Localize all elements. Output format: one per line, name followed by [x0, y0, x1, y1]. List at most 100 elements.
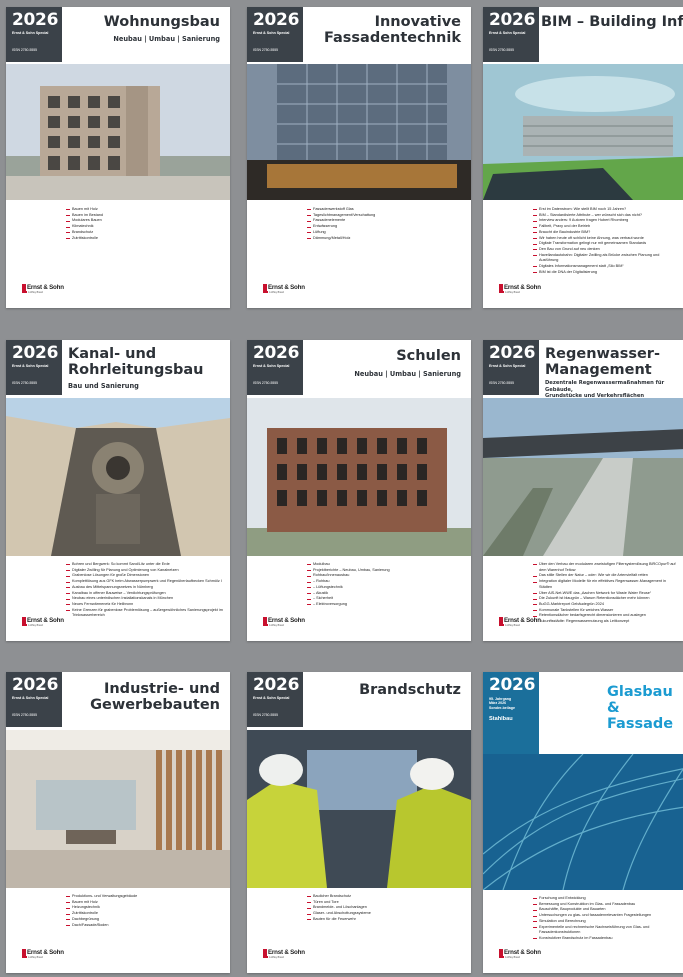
cover-year: 2026	[253, 10, 300, 30]
cover-kanalbau[interactable]: 2026 Ernst & Sohn Special ISSN 2750-5555…	[6, 340, 230, 641]
cover-subtitle: Neubau | Umbau | Sanierung	[354, 370, 461, 378]
cover-glasbau[interactable]: 2026 95. Jahrgang März 2026 Sonder-beila…	[483, 672, 683, 973]
cover-topics: Modulbau Projektberichte – Neubau, Umbau…	[307, 562, 465, 608]
publisher-name: Ernst & Sohn	[26, 284, 64, 291]
publisher-tagline: A Wiley Brand	[28, 291, 44, 294]
cover-photo	[483, 64, 683, 200]
year-box: 2026 Ernst & Sohn Special ISSN 2750-5555	[483, 7, 539, 62]
cover-photo	[6, 64, 230, 200]
publisher-tagline: A Wiley Brand	[269, 956, 285, 959]
year-box: 2026 Ernst & Sohn Special ISSN 2750-5555	[6, 340, 62, 395]
cover-year: 2026	[489, 675, 536, 695]
cover-title: Regenwasser- Management	[545, 346, 660, 378]
topic-item: Zukunftsstädte: Regenwassernutzung als L…	[533, 619, 677, 625]
publisher-name: Ernst & Sohn	[26, 617, 64, 624]
cover-series: Ernst & Sohn Special	[253, 364, 290, 368]
cover-year: 2026	[12, 343, 59, 363]
cover-brandschutz[interactable]: 2026 Ernst & Sohn Special ISSN 2750-5555…	[247, 672, 471, 973]
cover-journal-name: Stahlbau	[489, 716, 513, 722]
cover-title: BIM – Building Information Modeling	[541, 14, 683, 30]
cover-topics: Forschung und Entwicklung Bemessung und …	[533, 896, 677, 942]
cover-topics: Produktions- und Verwaltungsgebäude Baue…	[66, 894, 224, 928]
year-box: 2026 Ernst & Sohn Special ISSN 2750-5555	[483, 340, 539, 395]
cover-issn: ISSN 2750-5555	[12, 48, 38, 52]
cover-issn: ISSN 2750-5555	[253, 381, 279, 385]
cover-series: Ernst & Sohn Special	[12, 31, 49, 35]
cover-photo	[247, 64, 471, 200]
topic-item: Havellandautobahn: Digitaler Zwilling al…	[533, 253, 677, 264]
publisher-name: Ernst & Sohn	[503, 949, 541, 956]
publisher-name: Ernst & Sohn	[267, 284, 305, 291]
cover-topics: Fassadenwerkstoff Glas Tageslichtmanagem…	[307, 207, 465, 241]
publisher-tagline: A Wiley Brand	[28, 624, 44, 627]
topic-item: BIM ist die DNA der Digitalisierung	[533, 270, 677, 276]
topic-item: Über den Verbau der modularen zweistufig…	[533, 562, 677, 573]
cover-schulen[interactable]: 2026 Ernst & Sohn Special ISSN 2750-5555…	[247, 340, 471, 641]
year-box: 2026 95. Jahrgang März 2026 Sonder-beila…	[483, 672, 539, 754]
year-box: 2026 Ernst & Sohn Special ISSN 2750-5555	[247, 340, 303, 395]
cover-series: Ernst & Sohn Special	[253, 31, 290, 35]
cover-year: 2026	[12, 10, 59, 30]
publisher-tagline: A Wiley Brand	[28, 956, 44, 959]
cover-fassadentechnik[interactable]: 2026 Ernst & Sohn Special ISSN 2750-5555…	[247, 7, 471, 308]
publisher-name: Ernst & Sohn	[503, 284, 541, 291]
cover-wohnungsbau[interactable]: 2026 Ernst & Sohn Special ISSN 2750-5555…	[6, 7, 230, 308]
topic-item: Bauten für die Feuerwehr	[307, 917, 465, 923]
cover-industriebau[interactable]: 2026 Ernst & Sohn Special ISSN 2750-5555…	[6, 672, 230, 973]
cover-photo	[6, 398, 230, 556]
cover-title: Industrie- und Gewerbebauten	[90, 681, 220, 713]
cover-title: Wohnungsbau	[103, 14, 220, 30]
cover-issue-info: 95. Jahrgang März 2026 Sonder-beilage	[489, 697, 515, 710]
year-box: 2026 Ernst & Sohn Special ISSN 2750-5555	[6, 672, 62, 727]
publisher-tagline: A Wiley Brand	[505, 956, 521, 959]
publisher-tagline: A Wiley Brand	[505, 291, 521, 294]
cover-series: Ernst & Sohn Special	[12, 364, 49, 368]
cover-issn: ISSN 2750-5555	[489, 381, 515, 385]
year-box: 2026 Ernst & Sohn Special ISSN 2750-5555	[6, 7, 62, 62]
publisher-tagline: A Wiley Brand	[269, 291, 285, 294]
topic-item: Zutrittskontrolle	[66, 236, 224, 242]
cover-series: Ernst & Sohn Special	[12, 696, 49, 700]
cover-year: 2026	[12, 675, 59, 695]
cover-photo	[6, 730, 230, 888]
cover-issn: ISSN 2750-5555	[253, 713, 279, 717]
year-box: 2026 Ernst & Sohn Special ISSN 2750-5555	[247, 7, 303, 62]
cover-topics: Über den Verbau der modularen zweistufig…	[533, 562, 677, 625]
publisher-name: Ernst & Sohn	[267, 949, 305, 956]
cover-photo	[483, 754, 683, 890]
cover-photo	[247, 730, 471, 888]
topic-item: Dach/Fassade/Boden	[66, 923, 224, 929]
cover-year: 2026	[489, 10, 536, 30]
publisher-tagline: A Wiley Brand	[505, 624, 521, 627]
publisher-name: Ernst & Sohn	[26, 949, 64, 956]
cover-issn: ISSN 2750-5555	[489, 48, 515, 52]
topic-item: Integration digitaler Modelle für ein ef…	[533, 579, 677, 590]
cover-series: Ernst & Sohn Special	[489, 31, 526, 35]
topic-item: Keine Grenzen für grabenlose Problemlösu…	[66, 608, 224, 619]
cover-topics: Bohren und Bergwerk: So kommt Sand/Litz …	[66, 562, 224, 619]
cover-topics: Baulicher Brandschutz Türen und Tore Bra…	[307, 894, 465, 923]
cover-subtitle: Bau und Sanierung	[68, 382, 139, 390]
topic-item: – Elektroversorgung	[307, 602, 465, 608]
cover-issn: ISSN 2750-5555	[253, 48, 279, 52]
cover-photo	[483, 398, 683, 556]
cover-series: Ernst & Sohn Special	[253, 696, 290, 700]
topic-item: Konstruktiver Brandschutz im Fassadenbau	[533, 936, 677, 942]
cover-title: Glasbau & Fassade	[607, 684, 674, 732]
cover-issn: ISSN 2750-5555	[12, 713, 38, 717]
cover-subtitle: Neubau | Umbau | Sanierung	[113, 35, 220, 43]
cover-title: Brandschutz	[359, 682, 461, 698]
cover-issn: ISSN 2750-5555	[12, 381, 38, 385]
cover-series: Ernst & Sohn Special	[489, 364, 526, 368]
cover-topics: Erst im Datenstrom: Wie stellt BIM noch …	[533, 207, 677, 275]
topic-item: Dämmung/Metall/Holz	[307, 236, 465, 242]
cover-regenwasser[interactable]: 2026 Ernst & Sohn Special ISSN 2750-5555…	[483, 340, 683, 641]
cover-year: 2026	[253, 343, 300, 363]
publisher-name: Ernst & Sohn	[503, 617, 541, 624]
year-box: 2026 Ernst & Sohn Special ISSN 2750-5555	[247, 672, 303, 727]
cover-subtitle: Dezentrale Regenwassermaßnahmen für Gebä…	[545, 380, 665, 399]
cover-photo	[247, 398, 471, 556]
cover-title: Kanal- und Rohrleitungsbau	[68, 346, 204, 378]
publisher-tagline: A Wiley Brand	[269, 624, 285, 627]
cover-bim[interactable]: 2026 Ernst & Sohn Special ISSN 2750-5555…	[483, 7, 683, 308]
